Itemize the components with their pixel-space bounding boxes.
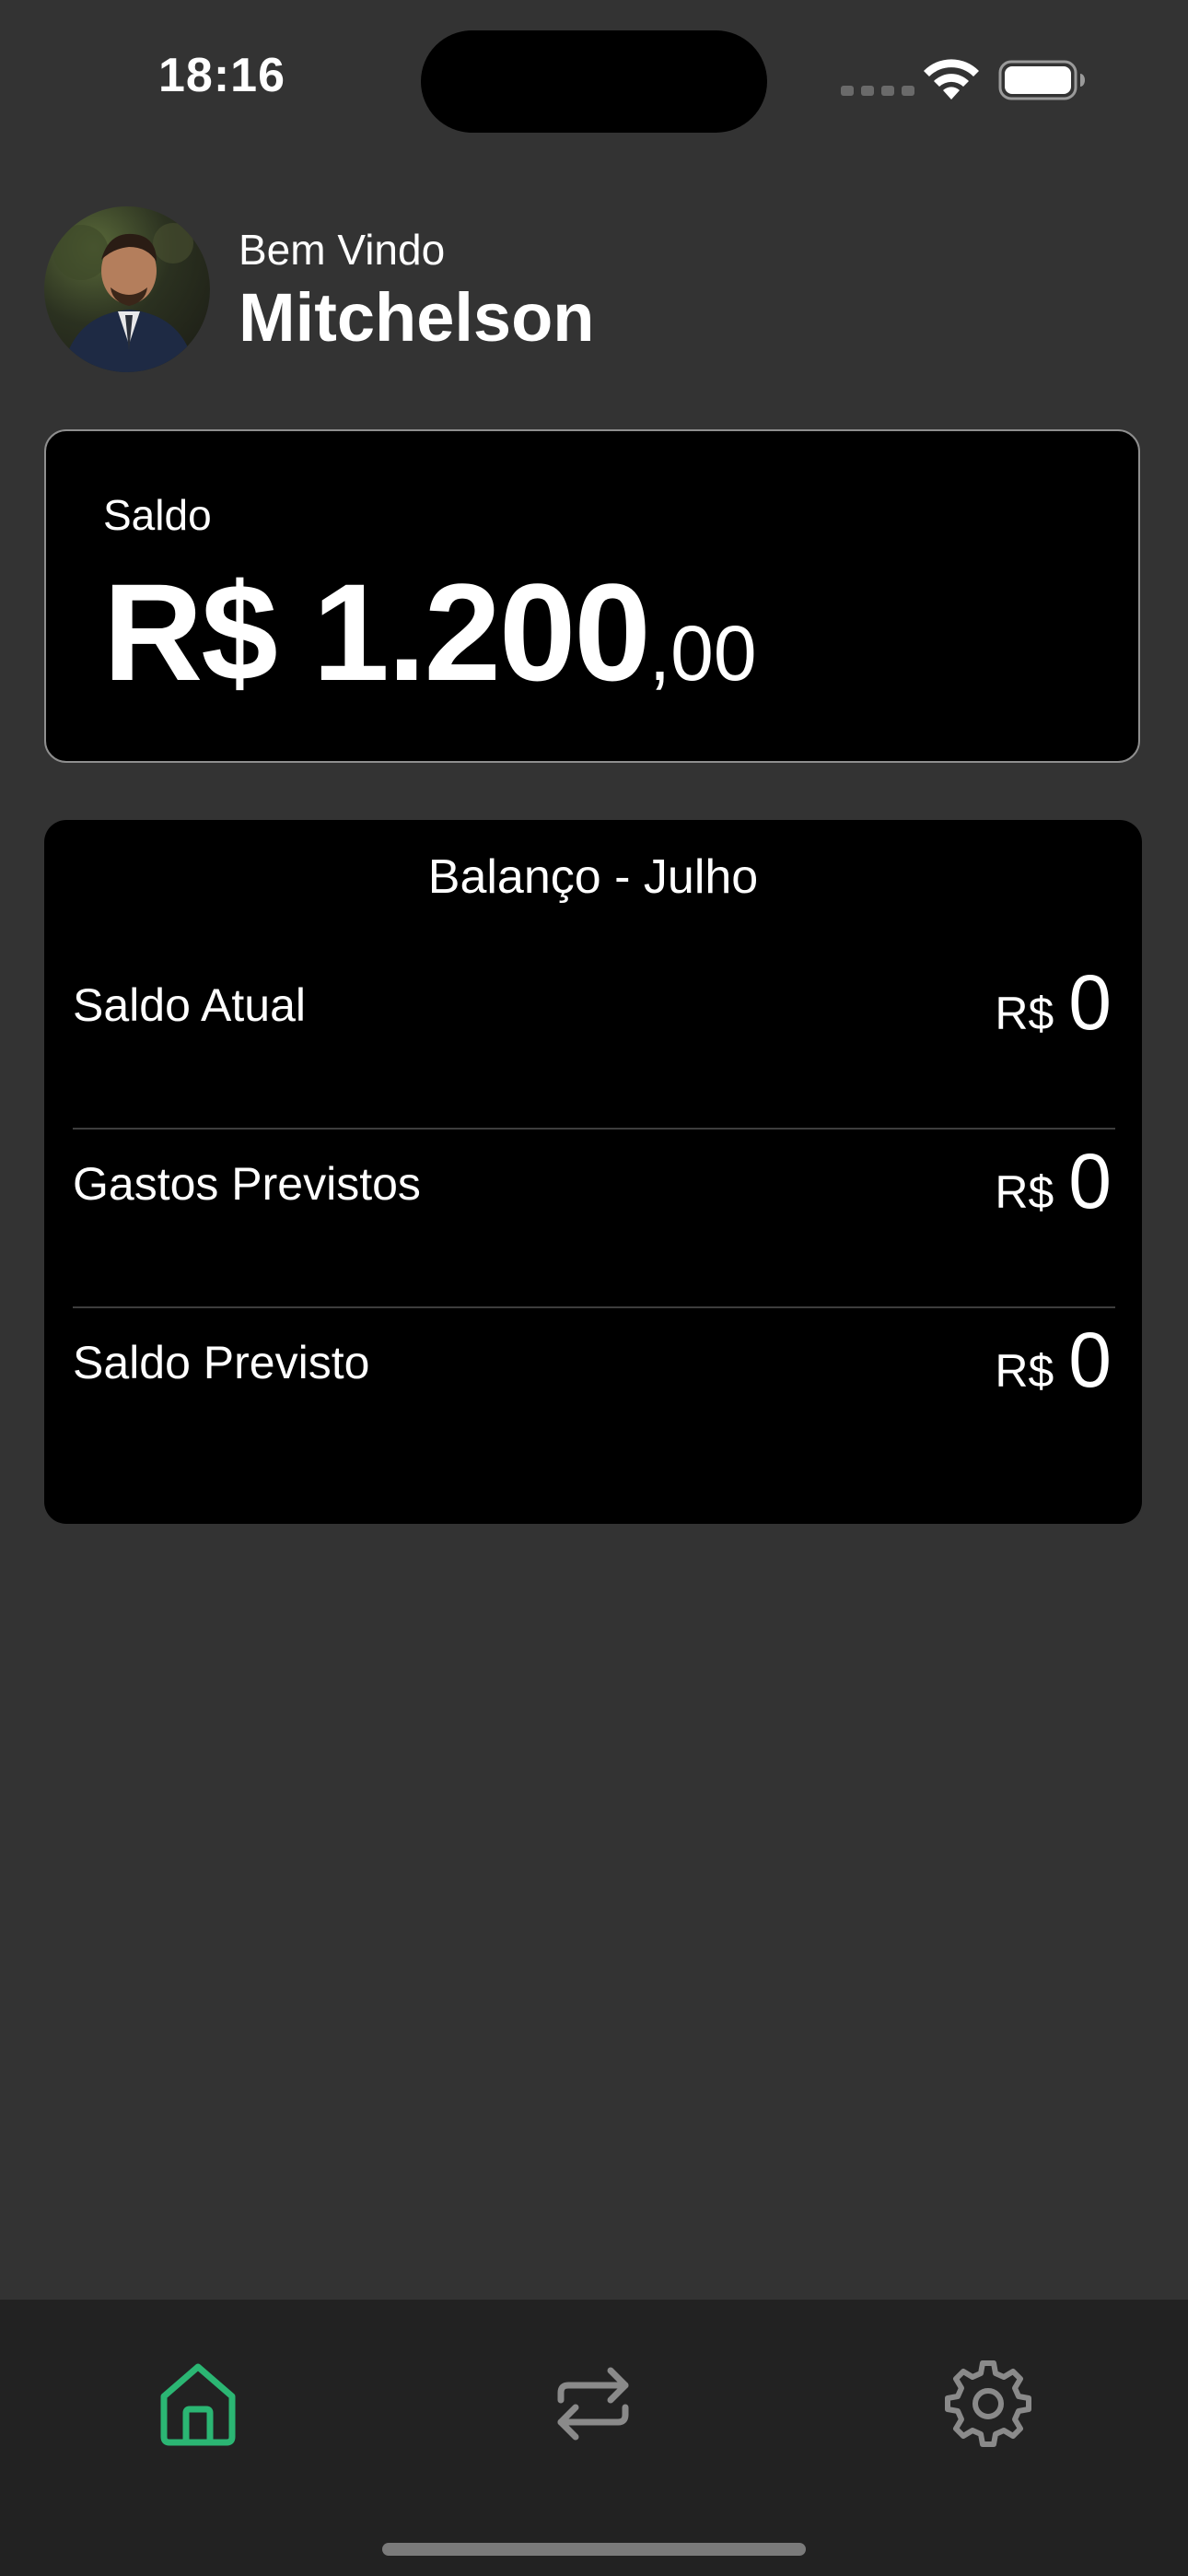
balance-amount-main: R$ 1.200 bbox=[103, 555, 651, 709]
summary-row-amount: R$ 0 bbox=[995, 1316, 1112, 1405]
currency-symbol: R$ bbox=[995, 1345, 1054, 1397]
summary-row-amount: R$ 0 bbox=[995, 958, 1112, 1048]
wifi-icon bbox=[924, 59, 979, 100]
summary-row-amount: R$ 0 bbox=[995, 1137, 1112, 1226]
summary-title: Balanço - Julho bbox=[427, 850, 759, 904]
summary-row-saldo-atual: Saldo Atual R$ 0 bbox=[73, 951, 1115, 1130]
tab-transactions[interactable] bbox=[542, 2353, 644, 2454]
tab-settings[interactable] bbox=[938, 2353, 1039, 2454]
balance-card[interactable]: Saldo R$ 1.200,00 bbox=[44, 429, 1140, 763]
summary-row-value: 0 bbox=[1068, 1317, 1112, 1403]
transactions-icon bbox=[557, 2367, 629, 2441]
summary-row-value: 0 bbox=[1068, 1138, 1112, 1224]
avatar[interactable] bbox=[44, 206, 210, 372]
balance-amount-cents: ,00 bbox=[648, 610, 757, 697]
greeting-text: Bem Vindo bbox=[239, 226, 446, 274]
tab-home[interactable] bbox=[147, 2353, 249, 2454]
battery-icon bbox=[998, 60, 1085, 100]
status-time: 18:16 bbox=[158, 49, 285, 102]
balance-label: Saldo bbox=[103, 491, 212, 539]
user-name: Mitchelson bbox=[239, 279, 595, 356]
user-photo bbox=[53, 223, 195, 372]
summary-row-saldo-previsto: Saldo Previsto R$ 0 bbox=[73, 1308, 1115, 1487]
home-icon bbox=[160, 2363, 236, 2446]
dynamic-island bbox=[421, 30, 767, 133]
balance-amount: R$ 1.200,00 bbox=[103, 553, 757, 712]
monthly-summary-card: Balanço - Julho Saldo Atual R$ 0 Gastos P… bbox=[44, 820, 1142, 1524]
currency-symbol: R$ bbox=[995, 988, 1054, 1039]
summary-row-value: 0 bbox=[1068, 959, 1112, 1046]
status-bar: 18:16 bbox=[0, 0, 1188, 157]
summary-row-label: Saldo Atual bbox=[73, 979, 306, 1031]
currency-symbol: R$ bbox=[995, 1166, 1054, 1218]
summary-row-gastos-previstos: Gastos Previstos R$ 0 bbox=[73, 1130, 1115, 1308]
summary-row-label: Gastos Previstos bbox=[73, 1158, 421, 1210]
home-indicator bbox=[382, 2543, 806, 2556]
cellular-signal-icon bbox=[841, 86, 914, 96]
gear-icon bbox=[945, 2360, 1031, 2447]
summary-row-label: Saldo Previsto bbox=[73, 1337, 370, 1388]
tab-bar bbox=[0, 2300, 1188, 2576]
